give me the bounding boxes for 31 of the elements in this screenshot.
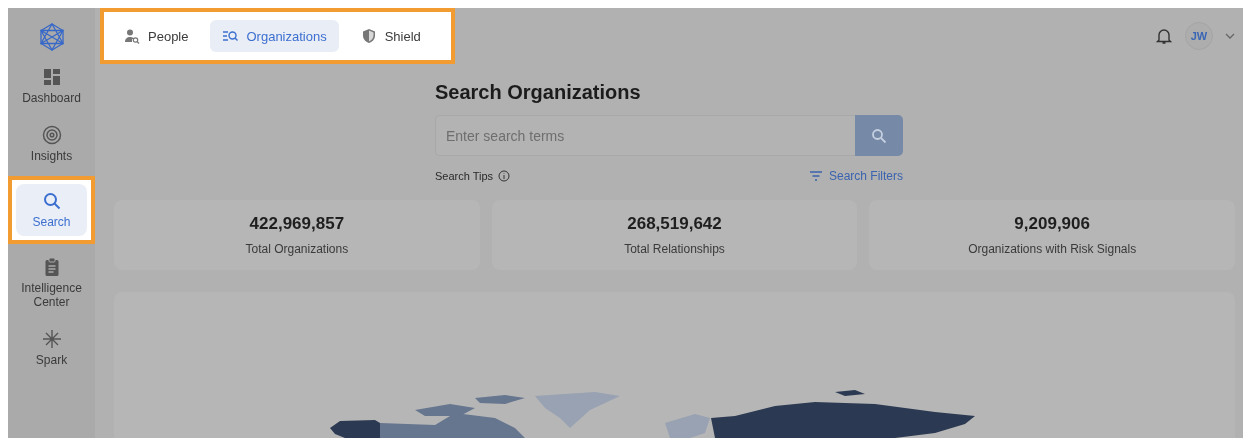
sidebar-item[interactable]: Spark	[16, 322, 87, 374]
nav-tab[interactable]: Shield	[348, 20, 433, 52]
shield-icon	[360, 28, 377, 44]
search-field[interactable]: Enter search terms	[435, 115, 855, 156]
list-search-icon	[222, 28, 239, 44]
stat-value: 422,969,857	[249, 214, 345, 234]
stat-value: 268,519,642	[627, 214, 722, 234]
stat-value: 9,209,906	[1014, 214, 1090, 234]
sidebar-item[interactable]: Insights	[16, 118, 87, 170]
sparkle-icon	[41, 329, 62, 349]
page-title: Search Organizations	[435, 81, 642, 104]
stat-label: Total Organizations	[245, 242, 349, 256]
nav-tab[interactable]: People	[112, 20, 201, 52]
chevron-down-icon[interactable]	[1225, 32, 1235, 40]
stat-label: Total Relationships	[624, 242, 725, 256]
filter-icon	[808, 170, 823, 182]
notification-bell-icon[interactable]	[1155, 27, 1173, 45]
info-icon[interactable]	[498, 170, 511, 182]
search-button[interactable]	[855, 115, 903, 156]
search-tips-label: Search Tips	[435, 170, 494, 182]
stat-label: Organizations with Risk Signals	[968, 242, 1137, 256]
search-icon	[41, 191, 62, 211]
sidebar-item[interactable]: Search	[16, 184, 87, 236]
search-icon	[871, 127, 887, 144]
target-icon	[41, 125, 62, 145]
dashboard-icon	[41, 67, 62, 87]
sidebar-item[interactable]: Intelligence Center	[16, 250, 87, 316]
nav-tab[interactable]: Organizations	[210, 20, 339, 52]
search-filters-link[interactable]: Search Filters	[808, 169, 903, 183]
person-search-icon	[124, 28, 140, 44]
sidebar-item[interactable]: Dashboard	[16, 60, 87, 112]
